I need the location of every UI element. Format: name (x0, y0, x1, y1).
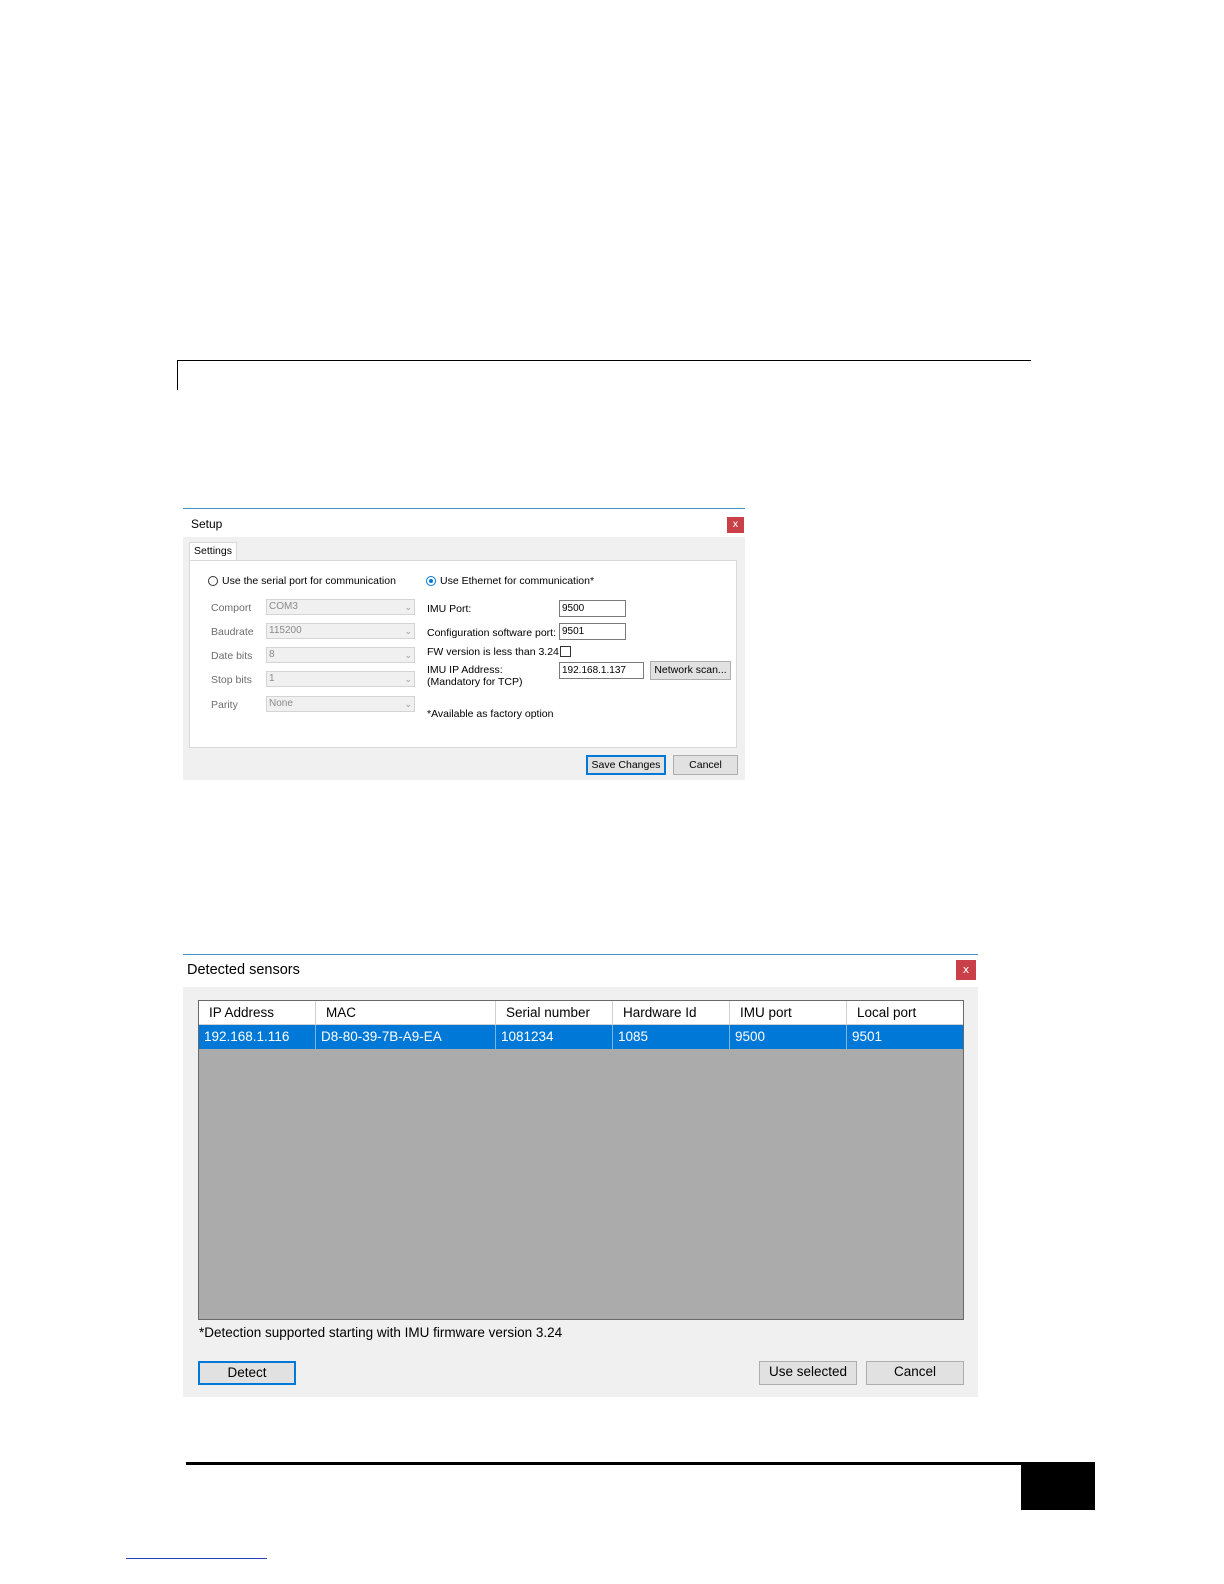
cancel-button[interactable]: Cancel (673, 755, 738, 775)
column-header-local-port[interactable]: Local port (847, 1001, 963, 1024)
databits-label: Date bits (211, 650, 253, 662)
stopbits-label: Stop bits (211, 674, 252, 686)
column-header-mac[interactable]: MAC (316, 1001, 496, 1024)
use-selected-button[interactable]: Use selected (759, 1361, 857, 1385)
comport-select[interactable]: COM3 ⌄ (266, 599, 415, 615)
imu-port-label: IMU Port: (427, 603, 472, 615)
chevron-down-icon: ⌄ (404, 602, 412, 612)
ip-sublabel: (Mandatory for TCP) (427, 676, 523, 688)
ip-address-field[interactable]: 192.168.1.137 (559, 662, 644, 679)
fw-version-checkbox[interactable] (560, 646, 571, 657)
imu-port-field[interactable]: 9500 (559, 600, 626, 617)
cell-serial-number: 1081234 (496, 1025, 613, 1049)
setup-titlebar: Setup x (183, 509, 745, 537)
close-icon[interactable]: x (727, 517, 744, 533)
detected-title: Detected sensors (187, 962, 300, 978)
setup-title: Setup (191, 517, 223, 531)
comport-label: Comport (211, 602, 252, 614)
save-changes-button[interactable]: Save Changes (586, 755, 666, 775)
grid-header: IP Address MAC Serial number Hardware Id… (199, 1001, 963, 1025)
chevron-down-icon: ⌄ (404, 699, 412, 709)
page-number-box (1021, 1462, 1095, 1510)
detection-footnote: *Detection supported starting with IMU f… (199, 1325, 563, 1340)
parity-select[interactable]: None ⌄ (266, 696, 415, 712)
column-header-imu-port[interactable]: IMU port (730, 1001, 847, 1024)
settings-panel: Use the serial port for communication Co… (189, 560, 737, 748)
chevron-down-icon: ⌄ (404, 650, 412, 660)
header-rule (177, 360, 1031, 361)
fw-version-label: FW version is less than 3.24 (427, 646, 559, 658)
footer-link-underline[interactable] (126, 1558, 267, 1559)
config-port-label: Configuration software port: (427, 627, 556, 639)
detected-titlebar: Detected sensors x (183, 955, 978, 987)
detected-sensors-dialog: Detected sensors x IP Address MAC Serial… (183, 954, 978, 1397)
cancel-button[interactable]: Cancel (866, 1361, 964, 1385)
column-header-serial-number[interactable]: Serial number (496, 1001, 613, 1024)
sensors-grid: IP Address MAC Serial number Hardware Id… (198, 1000, 964, 1320)
table-row[interactable]: 192.168.1.116 D8-80-39-7B-A9-EA 1081234 … (199, 1025, 963, 1049)
ethernet-radio-label: Use Ethernet for communication* (440, 575, 595, 587)
column-header-hardware-id[interactable]: Hardware Id (613, 1001, 730, 1024)
chevron-down-icon: ⌄ (404, 674, 412, 684)
ethernet-radio[interactable] (426, 576, 436, 586)
serial-radio-label: Use the serial port for communication (222, 575, 396, 587)
header-rule-tick (177, 360, 178, 390)
footer-rule (186, 1462, 1022, 1465)
baudrate-label: Baudrate (211, 626, 254, 638)
tab-settings[interactable]: Settings (189, 542, 237, 561)
databits-select[interactable]: 8 ⌄ (266, 647, 415, 663)
network-scan-button[interactable]: Network scan... (650, 661, 731, 680)
parity-label: Parity (211, 699, 238, 711)
cell-local-port: 9501 (852, 1029, 883, 1044)
ip-label: IMU IP Address: (427, 664, 503, 676)
stopbits-value: 1 (269, 673, 275, 684)
baudrate-select[interactable]: 115200 ⌄ (266, 623, 415, 639)
setup-dialog: Setup x Settings Use the serial port for… (183, 508, 745, 780)
chevron-down-icon: ⌄ (404, 626, 412, 636)
cell-hardware-id: 1085 (613, 1025, 730, 1049)
serial-radio[interactable] (208, 576, 218, 586)
stopbits-select[interactable]: 1 ⌄ (266, 671, 415, 687)
column-header-ip-address[interactable]: IP Address (199, 1001, 316, 1024)
close-icon[interactable]: x (956, 960, 976, 980)
parity-value: None (269, 698, 293, 709)
cell-ip-address: 192.168.1.116 (199, 1025, 316, 1049)
detect-button[interactable]: Detect (198, 1361, 296, 1385)
cell-mac: D8-80-39-7B-A9-EA (316, 1025, 496, 1049)
cell-imu-port: 9500 (730, 1025, 847, 1049)
comport-value: COM3 (269, 601, 298, 612)
factory-option-note: *Available as factory option (427, 708, 554, 720)
databits-value: 8 (269, 649, 275, 660)
config-port-field[interactable]: 9501 (559, 623, 626, 640)
baudrate-value: 115200 (269, 625, 302, 636)
